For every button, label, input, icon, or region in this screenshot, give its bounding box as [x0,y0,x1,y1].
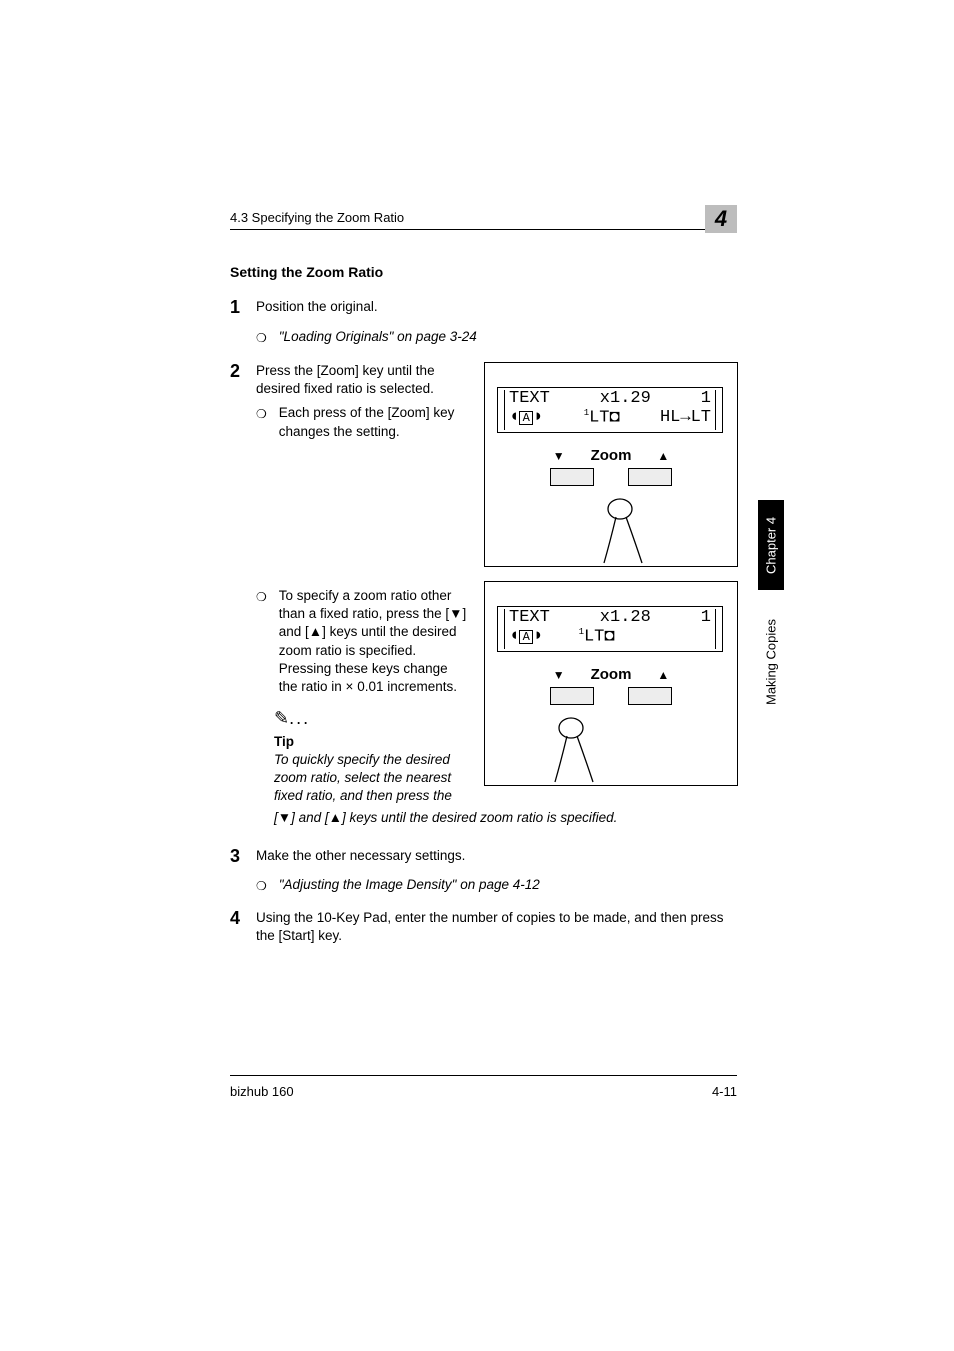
lcd-paper-size: 1LT◘ [584,409,620,428]
cross-reference: "Loading Originals" on page 3-24 [279,328,477,346]
lcd-conversion: HL→LT [660,409,711,428]
down-triangle-icon: ▼ [553,668,565,682]
lcd-mode: TEXT [509,390,550,409]
lcd-paper-size: 1LT◘ [579,628,615,647]
chapter-number-box: 4 [705,205,737,233]
step-1-ref: ❍ "Loading Originals" on page 3-24 [230,328,824,346]
lcd-paper-icon: ◖A◗ [509,628,543,647]
lcd-zoom-value: x1.29 [600,390,651,409]
lcd-zoom-value: x1.28 [600,609,651,628]
step-subtext: To specify a zoom ratio other than a fix… [279,587,468,696]
lcd-figure-2: TEXT x1.28 1 ◖A◗ 1LT◘ ▼ Zoom ▲ [484,581,738,786]
lcd-copies: 1 [701,609,711,628]
step-text: Position the original. [256,298,378,316]
footer-product: bizhub 160 [230,1084,294,1099]
side-tab-section: Making Copies [758,602,784,722]
page-footer: bizhub 160 4-11 [230,1075,737,1099]
zoom-key-row: ▼ Zoom ▲ [497,666,725,683]
finger-press-icon [600,497,660,567]
zoom-up-key [628,687,672,705]
step-text: Using the 10-Key Pad, enter the number o… [256,909,736,945]
lcd-display: TEXT x1.29 1 ◖A◗ 1LT◘ HL→LT [497,387,723,433]
step-3: 3 Make the other necessary settings. [230,847,824,867]
cross-reference: "Adjusting the Image Density" on page 4-… [279,876,540,894]
lcd-copies: 1 [701,390,711,409]
finger-press-icon [551,716,611,786]
down-triangle-icon: ▼ [553,449,565,463]
step-1: 1 Position the original. [230,298,824,318]
footer-page-number: 4-11 [712,1084,737,1099]
lcd-mode: TEXT [509,609,550,628]
bullet-icon: ❍ [256,328,279,346]
bullet-icon: ❍ [256,587,279,605]
running-header: 4.3 Specifying the Zoom Ratio [230,210,735,230]
chapter-number: 4 [715,206,727,232]
lcd-display: TEXT x1.28 1 ◖A◗ 1LT◘ [497,606,723,652]
step-number: 4 [230,909,256,929]
step-number: 2 [230,362,256,382]
tip-continuation: [▼] and [▲] keys until the desired zoom … [230,810,824,825]
step-subtext: Each press of the [Zoom] key changes the… [279,404,468,440]
step-4: 4 Using the 10-Key Pad, enter the number… [230,909,824,945]
step-text: Make the other necessary settings. [256,847,465,865]
up-triangle-icon: ▲ [657,668,669,682]
step-number: 1 [230,298,256,318]
zoom-down-key [550,468,594,486]
zoom-key-row: ▼ Zoom ▲ [497,447,725,464]
tip-label: Tip [274,733,468,751]
zoom-up-key [628,468,672,486]
tip-dots: ... [289,708,310,728]
lcd-paper-icon: ◖A◗ [509,409,543,428]
bullet-icon: ❍ [256,404,279,422]
step-text: Press the [Zoom] key until the desired f… [256,362,468,398]
lcd-blank [650,628,711,647]
bullet-icon: ❍ [256,876,279,894]
section-heading: Setting the Zoom Ratio [230,264,824,280]
lcd-figure-1: TEXT x1.29 1 ◖A◗ 1LT◘ HL→LT ▼ Zoom ▲ [484,362,738,567]
zoom-label: Zoom [591,447,632,464]
side-tab-chapter: Chapter 4 [758,500,784,590]
pencil-tip-icon: ✎ [274,706,289,730]
step-3-ref: ❍ "Adjusting the Image Density" on page … [230,876,824,894]
step-number: 3 [230,847,256,867]
tip-body: To quickly specify the desired zoom rati… [274,751,468,806]
up-triangle-icon: ▲ [657,449,669,463]
zoom-label: Zoom [591,666,632,683]
zoom-down-key [550,687,594,705]
